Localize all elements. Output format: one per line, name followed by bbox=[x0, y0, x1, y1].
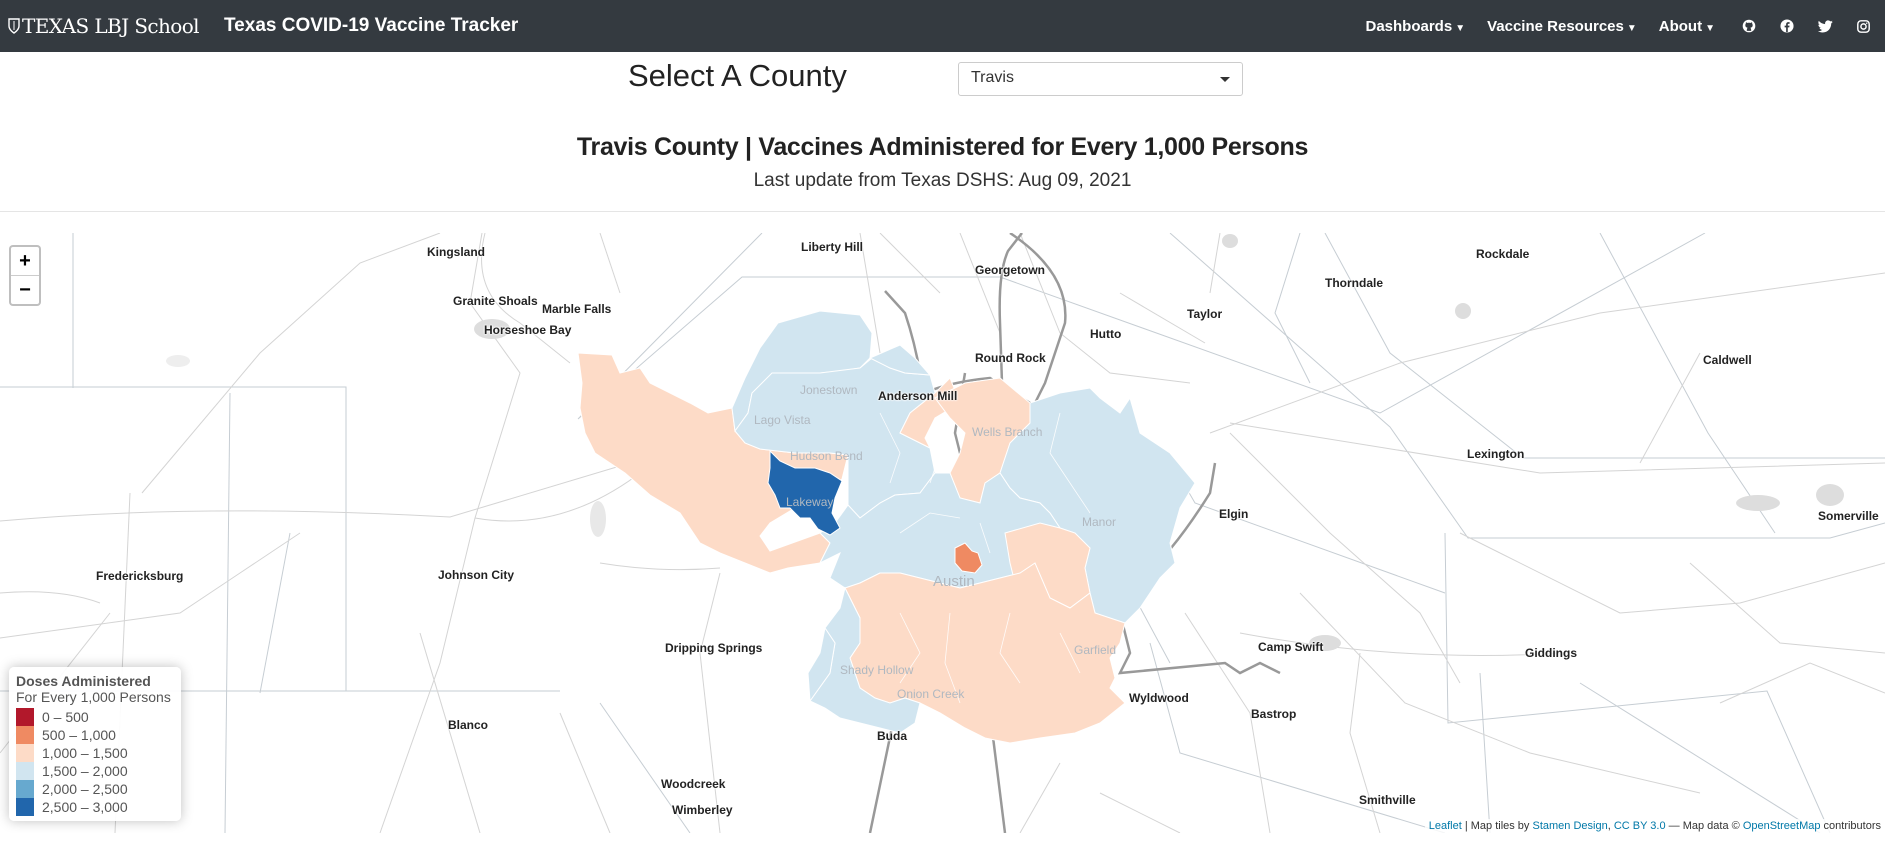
legend-item: 2,500 – 3,000 bbox=[16, 798, 174, 816]
attribution-text: | Map tiles by bbox=[1461, 820, 1533, 832]
nav-dashboards-label: Dashboards bbox=[1365, 17, 1453, 35]
legend-item: 1,500 – 2,000 bbox=[16, 762, 174, 780]
county-select[interactable]: Travis bbox=[958, 62, 1243, 96]
stamen-link[interactable]: Stamen Design bbox=[1532, 820, 1607, 832]
place-label: Giddings bbox=[1525, 646, 1577, 660]
legend-swatch bbox=[16, 726, 34, 744]
place-label-faint: Garfield bbox=[1074, 643, 1117, 657]
legend-item: 1,000 – 1,500 bbox=[16, 744, 174, 762]
place-label: Hutto bbox=[1090, 327, 1122, 341]
select-county-heading: Select A County bbox=[628, 58, 847, 93]
place-label: Thorndale bbox=[1325, 276, 1384, 290]
place-label: Granite Shoals bbox=[453, 294, 538, 308]
github-icon[interactable] bbox=[1741, 18, 1757, 34]
place-label: Horseshoe Bay bbox=[484, 323, 572, 337]
basemap bbox=[0, 233, 1885, 833]
facebook-icon[interactable] bbox=[1779, 18, 1795, 34]
osm-link[interactable]: OpenStreetMap bbox=[1743, 820, 1821, 832]
legend-label: 2,000 – 2,500 bbox=[42, 781, 128, 797]
zoom-control: + − bbox=[9, 245, 41, 306]
place-label: Kingsland bbox=[427, 245, 486, 259]
place-label: Johnson City bbox=[438, 568, 515, 582]
legend-title: Doses Administered bbox=[16, 673, 151, 689]
navbar: TEXAS LBJ School Texas COVID-19 Vaccine … bbox=[0, 0, 1885, 52]
map-legend: Doses Administered For Every 1,000 Perso… bbox=[9, 667, 181, 821]
legend-label: 0 – 500 bbox=[42, 709, 89, 725]
legend-item: 0 – 500 bbox=[16, 708, 174, 726]
nav-about-label: About bbox=[1658, 17, 1703, 35]
legend-swatch bbox=[16, 798, 34, 816]
place-label: Caldwell bbox=[1703, 353, 1752, 367]
caret-down-icon: ▼ bbox=[1455, 22, 1466, 34]
attribution-data: — Map data © bbox=[1665, 820, 1743, 832]
place-label: Wimberley bbox=[672, 803, 733, 817]
leaflet-link[interactable]: Leaflet bbox=[1429, 820, 1462, 832]
caret-down-icon: ▼ bbox=[1626, 22, 1637, 34]
place-label: Rockdale bbox=[1476, 247, 1530, 261]
legend-item: 500 – 1,000 bbox=[16, 726, 174, 744]
twitter-icon[interactable] bbox=[1817, 18, 1833, 34]
legend-label: 2,500 – 3,000 bbox=[42, 799, 128, 815]
legend-swatch bbox=[16, 708, 34, 726]
page-title: Travis County | Vaccines Administered fo… bbox=[576, 133, 1309, 161]
place-label: Lexington bbox=[1467, 447, 1525, 461]
legend-label: 1,000 – 1,500 bbox=[42, 745, 128, 761]
zoom-out-button[interactable]: − bbox=[11, 276, 39, 305]
place-label: Marble Falls bbox=[542, 302, 612, 316]
place-label-faint: Austin bbox=[933, 573, 975, 590]
place-label: Taylor bbox=[1187, 307, 1223, 321]
nav-vaccine-resources-label: Vaccine Resources bbox=[1487, 17, 1624, 35]
place-label: Elgin bbox=[1219, 507, 1249, 521]
brand-logo[interactable]: TEXAS LBJ School bbox=[8, 14, 200, 38]
dropdown-arrow-icon bbox=[1220, 77, 1230, 82]
place-label: Camp Swift bbox=[1258, 640, 1324, 654]
legend-label: 1,500 – 2,000 bbox=[42, 763, 128, 779]
legend-subtitle: For Every 1,000 Persons bbox=[16, 689, 171, 705]
place-label-faint: Onion Creek bbox=[897, 687, 965, 701]
place-label-faint: Jonestown bbox=[800, 383, 858, 397]
legend-swatch bbox=[16, 762, 34, 780]
place-label: Wyldwood bbox=[1129, 691, 1189, 705]
place-label: Bastrop bbox=[1251, 707, 1297, 721]
attribution-contrib: contributors bbox=[1820, 820, 1881, 832]
place-label: Anderson Mill bbox=[878, 389, 958, 403]
place-label: Woodcreek bbox=[661, 777, 726, 791]
place-label-faint: Lago Vista bbox=[754, 413, 811, 427]
zoom-in-button[interactable]: + bbox=[11, 247, 39, 276]
legend-label: 500 – 1,000 bbox=[42, 727, 116, 743]
place-label-faint: Shady Hollow bbox=[840, 663, 914, 677]
divider bbox=[0, 211, 1885, 212]
place-label: Dripping Springs bbox=[665, 641, 763, 655]
place-label: Buda bbox=[877, 729, 907, 743]
map[interactable]: Kingsland Liberty Hill Georgetown Rockda… bbox=[0, 233, 1885, 833]
place-label: Round Rock bbox=[975, 351, 1046, 365]
legend-swatch bbox=[16, 780, 34, 798]
place-label: Smithville bbox=[1359, 793, 1416, 807]
place-label-faint: Lakeway bbox=[786, 495, 834, 509]
last-update: Last update from Texas DSHS: Aug 09, 202… bbox=[753, 170, 1132, 191]
nav-dashboards[interactable]: Dashboards ▼ bbox=[1365, 18, 1465, 35]
place-label: Georgetown bbox=[975, 263, 1046, 277]
legend-item: 2,000 – 2,500 bbox=[16, 780, 174, 798]
instagram-icon[interactable] bbox=[1855, 18, 1871, 34]
brand-text: TEXAS LBJ School bbox=[22, 14, 200, 38]
place-label-faint: Wells Branch bbox=[972, 425, 1043, 439]
license-link[interactable]: CC BY 3.0 bbox=[1614, 820, 1666, 832]
place-label-faint: Hudson Bend bbox=[790, 449, 863, 463]
legend-swatch bbox=[16, 744, 34, 762]
nav-about[interactable]: About ▼ bbox=[1659, 18, 1715, 35]
shield-icon bbox=[8, 18, 20, 34]
nav-vaccine-resources[interactable]: Vaccine Resources ▼ bbox=[1487, 18, 1637, 35]
caret-down-icon: ▼ bbox=[1705, 22, 1715, 34]
place-label: Liberty Hill bbox=[801, 240, 864, 254]
place-label-faint: Manor bbox=[1082, 515, 1117, 529]
map-attribution: Leaflet | Map tiles by Stamen Design, CC… bbox=[1424, 819, 1885, 833]
place-label: Blanco bbox=[448, 718, 489, 732]
place-label: Somerville bbox=[1818, 509, 1879, 523]
place-label: Fredericksburg bbox=[96, 569, 184, 583]
site-title[interactable]: Texas COVID-19 Vaccine Tracker bbox=[224, 15, 518, 37]
county-select-value: Travis bbox=[971, 69, 1014, 86]
